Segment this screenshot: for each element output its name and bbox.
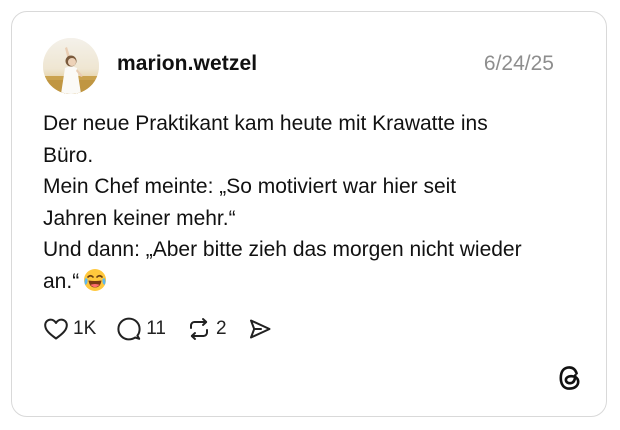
speech-bubble-icon bbox=[116, 316, 142, 342]
post-card[interactable]: marion.wetzel 6/24/25 Der neue Praktikan… bbox=[11, 11, 607, 417]
share-button[interactable] bbox=[247, 316, 273, 342]
username[interactable]: marion.wetzel bbox=[117, 52, 257, 76]
avatar[interactable] bbox=[43, 38, 99, 94]
post-line-last: an.“ bbox=[43, 266, 583, 302]
repost-icon bbox=[186, 316, 212, 342]
reply-button[interactable]: 11 bbox=[116, 316, 166, 342]
threads-logo-icon[interactable] bbox=[557, 364, 583, 392]
post-line: an.“ bbox=[43, 269, 80, 293]
action-bar: 1K 11 2 bbox=[43, 314, 293, 344]
like-button[interactable]: 1K bbox=[43, 317, 96, 341]
like-count: 1K bbox=[73, 318, 97, 339]
post-text: Der neue Praktikant kam heute mit Krawat… bbox=[43, 108, 583, 301]
post-line: Und dann: „Aber bitte zieh das morgen ni… bbox=[43, 238, 522, 261]
repost-button[interactable]: 2 bbox=[186, 316, 227, 342]
post-line: Büro. bbox=[43, 143, 94, 167]
heart-icon bbox=[43, 317, 69, 341]
laughing-tears-emoji-icon bbox=[83, 268, 107, 302]
post-line: Der neue Praktikant kam heute mit Krawat… bbox=[43, 112, 488, 135]
post-line: Jahren keiner mehr.“ bbox=[43, 206, 236, 230]
send-icon bbox=[247, 316, 273, 342]
post-date[interactable]: 6/24/25 bbox=[484, 52, 554, 76]
post-line: Mein Chef meinte: „So motiviert war hier… bbox=[43, 175, 457, 198]
repost-count: 2 bbox=[215, 318, 227, 339]
reply-count: 11 bbox=[146, 318, 166, 339]
